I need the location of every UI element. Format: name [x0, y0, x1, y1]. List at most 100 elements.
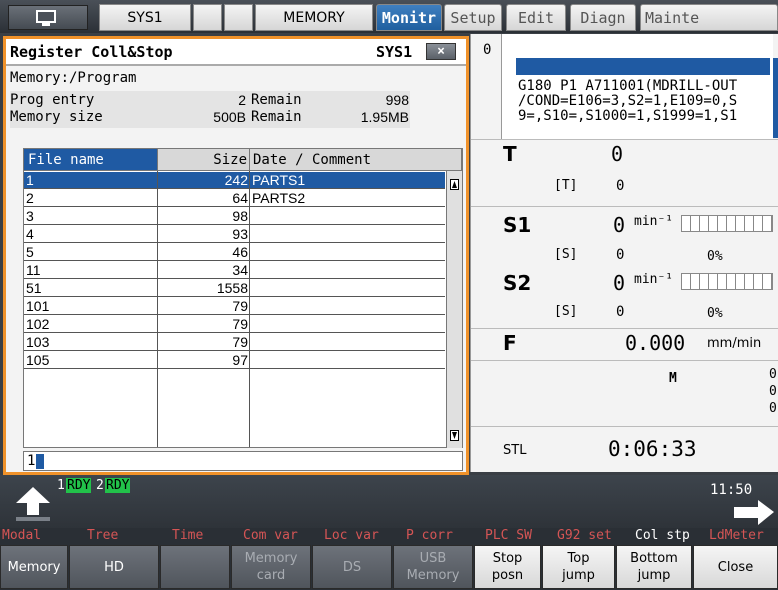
- ds-button[interactable]: DS: [312, 545, 392, 589]
- file-name-cell: 102: [26, 316, 50, 332]
- usb-line1: USB: [419, 551, 447, 566]
- scroll-down-icon[interactable]: [450, 430, 459, 441]
- menu-loc-var[interactable]: Loc var: [324, 528, 379, 543]
- screen-icon: [36, 10, 56, 26]
- s1-label: S1: [503, 213, 532, 237]
- rdy2-badge: RDY: [105, 478, 131, 493]
- gcode-line-3: 9=,S10=,S1000=1,S1999=1,S1: [518, 108, 738, 124]
- f-unit: mm/min: [707, 336, 762, 351]
- bottom-jump-button[interactable]: Bottom jump: [616, 545, 692, 589]
- input-field[interactable]: 1: [23, 451, 463, 471]
- table-row[interactable]: 4 93: [24, 226, 445, 243]
- close-icon[interactable]: ×: [426, 43, 456, 60]
- top-jump-button[interactable]: Top jump: [542, 545, 615, 589]
- remain1-value: 998: [385, 92, 409, 108]
- status-bar: 1 RDY 2 RDY 11:50: [0, 475, 778, 528]
- col-header-date[interactable]: Date / Comment: [250, 149, 462, 171]
- tab-monitr[interactable]: Monitr: [376, 4, 442, 31]
- menu-next-arrow-icon[interactable]: [732, 499, 776, 527]
- rdy1-badge: RDY: [66, 478, 92, 493]
- memory-tab[interactable]: MEMORY: [255, 4, 373, 31]
- remain2-value: 1.95MB: [360, 109, 409, 125]
- tab-edit[interactable]: Edit: [506, 4, 566, 31]
- table-row[interactable]: 101 79: [24, 298, 445, 315]
- blank-tab-2[interactable]: [224, 4, 253, 31]
- menu-time[interactable]: Time: [172, 528, 203, 543]
- stop-posn-button[interactable]: Stop posn: [474, 545, 541, 589]
- text-cursor: [36, 454, 44, 469]
- scroll-up-icon[interactable]: [450, 179, 459, 190]
- menu-g92-set[interactable]: G92 set: [557, 528, 612, 543]
- tab-setup[interactable]: Setup: [444, 4, 502, 31]
- file-comment-cell: [252, 352, 442, 369]
- blank-tab-1[interactable]: [193, 4, 222, 31]
- file-size-cell: 242: [224, 172, 248, 188]
- table-row[interactable]: 102 79: [24, 316, 445, 333]
- stl-label: STL: [503, 443, 527, 458]
- s1-percent: 0%: [707, 249, 723, 264]
- t-sub-label: [T]: [554, 178, 578, 193]
- file-size-cell: 79: [232, 316, 248, 332]
- top-jump-line1: Top: [567, 551, 590, 566]
- s1-sub-value: 0: [616, 247, 625, 263]
- m-value-1: 0: [769, 367, 777, 382]
- bottom-jump-line1: Bottom: [630, 551, 678, 566]
- menu-tree[interactable]: Tree: [87, 528, 118, 543]
- s1-load-meter: [681, 215, 773, 232]
- table-scrollbar[interactable]: [446, 171, 462, 448]
- hd-button[interactable]: HD: [69, 545, 159, 589]
- usb-memory-button[interactable]: USB Memory: [393, 545, 473, 589]
- table-row[interactable]: 1 242 PARTS1: [24, 172, 445, 189]
- close-button[interactable]: Close: [693, 545, 778, 589]
- menu-p-corr[interactable]: P corr: [406, 528, 453, 543]
- table-row[interactable]: 2 64 PARTS2: [24, 190, 445, 207]
- file-size-cell: 98: [232, 208, 248, 224]
- menu-com-var[interactable]: Com var: [243, 528, 298, 543]
- table-row[interactable]: 11 34: [24, 262, 445, 279]
- rdy1-number: 1: [57, 478, 65, 493]
- table-row[interactable]: 105 97: [24, 352, 445, 369]
- memory-button[interactable]: Memory: [0, 545, 68, 589]
- window-icon[interactable]: [8, 5, 88, 30]
- stop-posn-line2: posn: [491, 568, 524, 583]
- table-row[interactable]: 103 79: [24, 334, 445, 351]
- m-value-2: 0: [769, 384, 777, 399]
- current-block-bar: [516, 58, 770, 75]
- tab-diagn[interactable]: Diagn: [570, 4, 636, 31]
- file-name-cell: 1: [26, 172, 34, 188]
- f-value: 0.000: [625, 331, 686, 355]
- s2-sub-value: 0: [616, 304, 625, 320]
- program-display-box: G180 P1 A711001(MDRILL-OUT /COND=E106=3,…: [501, 34, 773, 139]
- program-top-value: 0: [483, 42, 492, 58]
- gcode-line-1: G180 P1 A711001(MDRILL-OUT: [518, 78, 738, 94]
- sys1-tab[interactable]: SYS1: [99, 4, 191, 31]
- tab-mainte[interactable]: Mainte: [640, 4, 778, 31]
- file-table: File name Size Date / Comment 1 242 PARTS1…: [23, 148, 463, 448]
- top-jump-line2: jump: [562, 568, 595, 583]
- t-sub-value: 0: [616, 178, 625, 194]
- col-header-size[interactable]: Size: [158, 149, 250, 171]
- menu-modal[interactable]: Modal: [2, 528, 41, 543]
- s1-value: 0: [613, 213, 626, 237]
- program-scroll[interactable]: [773, 58, 778, 138]
- clock: 11:50: [710, 482, 753, 498]
- menu-plc-sw[interactable]: PLC SW: [485, 528, 532, 543]
- table-row[interactable]: 3 98: [24, 208, 445, 225]
- col-header-name[interactable]: File name: [24, 149, 158, 171]
- file-name-cell: 103: [26, 334, 50, 350]
- memory-card-button[interactable]: Memory card: [231, 545, 311, 589]
- file-name-cell: 101: [26, 298, 50, 314]
- menu-ldmeter[interactable]: LdMeter: [709, 528, 764, 543]
- table-row[interactable]: 5 46: [24, 244, 445, 261]
- t-value: 0: [611, 142, 624, 166]
- file-comment-cell: [252, 298, 442, 315]
- menu-row-upper: Modal Tree Time Com var Loc var P corr P…: [0, 528, 778, 544]
- menu-col-stp[interactable]: Col stp: [635, 528, 690, 543]
- s2-load-meter: [681, 273, 773, 290]
- path-label: Memory:/Program: [10, 70, 137, 86]
- file-name-cell: 4: [26, 226, 34, 242]
- blank-fkey[interactable]: [160, 545, 230, 589]
- file-size-cell: 46: [232, 244, 248, 260]
- menu-up-arrow-icon[interactable]: [12, 485, 54, 523]
- table-row[interactable]: 51 1558: [24, 280, 445, 297]
